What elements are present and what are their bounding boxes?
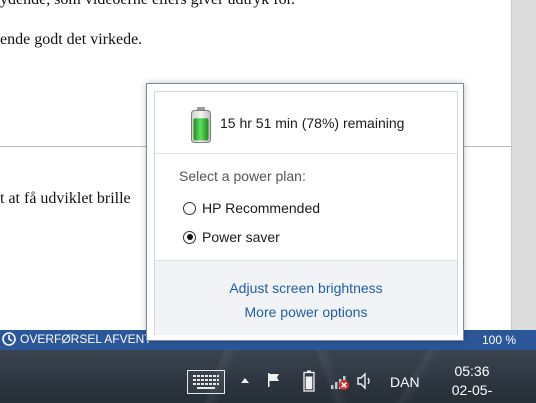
sync-status-icon <box>2 332 16 346</box>
adjust-brightness-link[interactable]: Adjust screen brightness <box>155 280 457 296</box>
document-text-line: ydende, som videoerne ellers giver udtry… <box>0 0 295 9</box>
battery-remaining-text: 15 hr 51 min (78%) remaining <box>220 114 405 131</box>
more-power-options-link[interactable]: More power options <box>155 304 457 320</box>
power-plan-label[interactable]: Power saver <box>202 229 280 245</box>
radio-button[interactable] <box>183 201 196 215</box>
battery-status-row: 15 hr 51 min (78%) remaining <box>190 106 404 144</box>
power-plan-option-hp-recommended[interactable]: HP Recommended <box>183 200 320 216</box>
chevron-up-icon[interactable] <box>240 376 250 384</box>
flag-icon[interactable] <box>266 372 282 388</box>
divider <box>155 153 457 154</box>
keyboard-icon <box>193 375 219 389</box>
clock-date: 02-05-2015 <box>451 382 493 403</box>
power-flyout-panel: 15 hr 51 min (78%) remaining Select a po… <box>154 91 458 335</box>
clock[interactable]: 05:36 02-05-2015 <box>440 362 504 403</box>
touch-keyboard-button[interactable] <box>187 370 225 394</box>
battery-icon[interactable] <box>303 370 315 392</box>
network-icon[interactable] <box>330 371 350 391</box>
clock-time: 05:36 <box>454 363 490 379</box>
power-plan-option-power-saver[interactable]: Power saver <box>183 229 280 245</box>
status-text[interactable]: OVERFØRSEL AFVENT <box>20 332 152 346</box>
document-text-line: t at få udviklet brille <box>0 190 131 207</box>
battery-level-icon <box>191 107 211 143</box>
zoom-level[interactable]: 100 % <box>482 333 516 347</box>
input-language-indicator[interactable]: DAN <box>390 374 420 390</box>
power-plan-heading: Select a power plan: <box>179 168 306 184</box>
power-plan-label[interactable]: HP Recommended <box>202 200 320 216</box>
speaker-icon[interactable] <box>356 372 374 390</box>
taskbar: DAN 05:36 02-05-2015 <box>0 350 536 403</box>
document-text-line: ende godt det virkede. <box>0 31 143 48</box>
power-flyout: 15 hr 51 min (78%) remaining Select a po… <box>146 83 464 341</box>
radio-button-selected[interactable] <box>183 230 196 244</box>
power-flyout-footer: Adjust screen brightness More power opti… <box>155 260 457 335</box>
